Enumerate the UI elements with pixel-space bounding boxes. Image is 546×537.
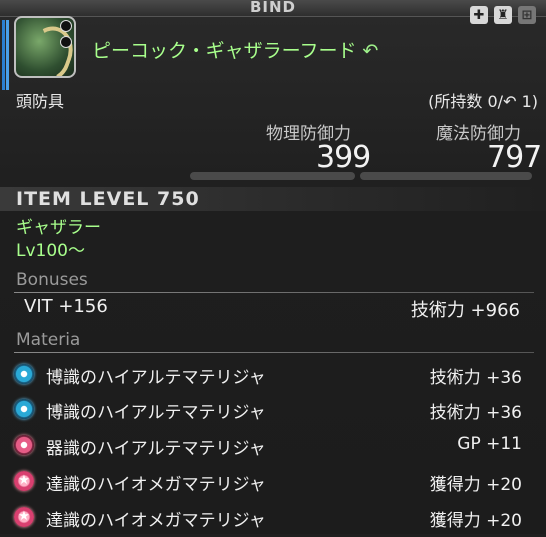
item-level: ITEM LEVEL 750 (16, 188, 200, 210)
bind-label: BIND (249, 0, 297, 16)
store-icon: ⊞ (518, 6, 536, 24)
materia-star-icon (14, 471, 34, 491)
materia-row: 博識のハイアルテマテリジャ 技術力 +36 (0, 360, 546, 394)
owned-count: (所持数 0/↶ 1) (428, 92, 538, 111)
physical-defense-value: 399 (316, 140, 371, 175)
item-name: ピーコック・ギャザラーフード ↶ (92, 40, 379, 62)
materia-blue-icon (14, 399, 34, 419)
materia-value: GP +11 (457, 434, 522, 454)
item-tooltip: BIND ✚ ♜ ⊞ ピーコック・ギャザラーフード ↶ 頭防具 (所持数 0/↶… (0, 0, 546, 534)
materia-value: 獲得力 +20 (429, 475, 522, 495)
materia-slot-icon (60, 36, 72, 48)
materia-slot-icon (60, 20, 72, 32)
materia-row: 器識のハイアルテマテリジャ GP +11 (0, 431, 546, 465)
materia-divider (14, 352, 534, 353)
materia-blue-icon (14, 364, 34, 384)
gatherer-symbol-icon: ↶ (503, 92, 517, 111)
materia-row: 博識のハイアルテマテリジャ 技術力 +36 (0, 395, 546, 429)
materia-value: 技術力 +36 (429, 403, 522, 423)
item-category: 頭防具 (16, 92, 65, 111)
item-icon[interactable] (14, 16, 76, 78)
materia-heading: Materia (16, 330, 81, 350)
bonus-craftsmanship: 技術力 +966 (410, 300, 520, 321)
materia-star-icon (14, 507, 34, 527)
physical-defense-bar (190, 172, 355, 180)
class-requirement: ギャザラー (16, 218, 101, 238)
cross-icon: ✚ (470, 6, 488, 24)
materia-value: 獲得力 +20 (429, 511, 522, 531)
materia-row: 達識のハイオメガマテリジャ 獲得力 +20 (0, 467, 546, 501)
magic-defense-bar (360, 172, 532, 180)
level-requirement: Lv100～ (16, 241, 85, 261)
bonuses-divider (14, 292, 534, 293)
materia-row: 達識のハイオメガマテリジャ 獲得力 +20 (0, 503, 546, 537)
materia-name: 達識のハイオメガマテリジャ (46, 475, 266, 495)
materia-name: 器識のハイアルテマテリジャ (46, 439, 266, 459)
materia-name: 博識のハイアルテマテリジャ (46, 368, 266, 388)
glamour-icon: ♜ (494, 6, 512, 24)
item-flag-icons: ✚ ♜ ⊞ (470, 6, 536, 24)
materia-name: 達識のハイオメガマテリジャ (46, 511, 266, 531)
bonus-vit: VIT +156 (24, 296, 108, 317)
bonuses-heading: Bonuses (16, 270, 88, 290)
bind-bar: BIND (0, 0, 546, 17)
magic-defense-value: 797 (487, 140, 542, 175)
materia-value: 技術力 +36 (429, 368, 522, 388)
materia-name: 博識のハイアルテマテリジャ (46, 403, 266, 423)
materia-pink-icon (14, 435, 34, 455)
gatherer-symbol-icon: ↶ (356, 40, 379, 62)
rarity-stripes (2, 20, 12, 90)
